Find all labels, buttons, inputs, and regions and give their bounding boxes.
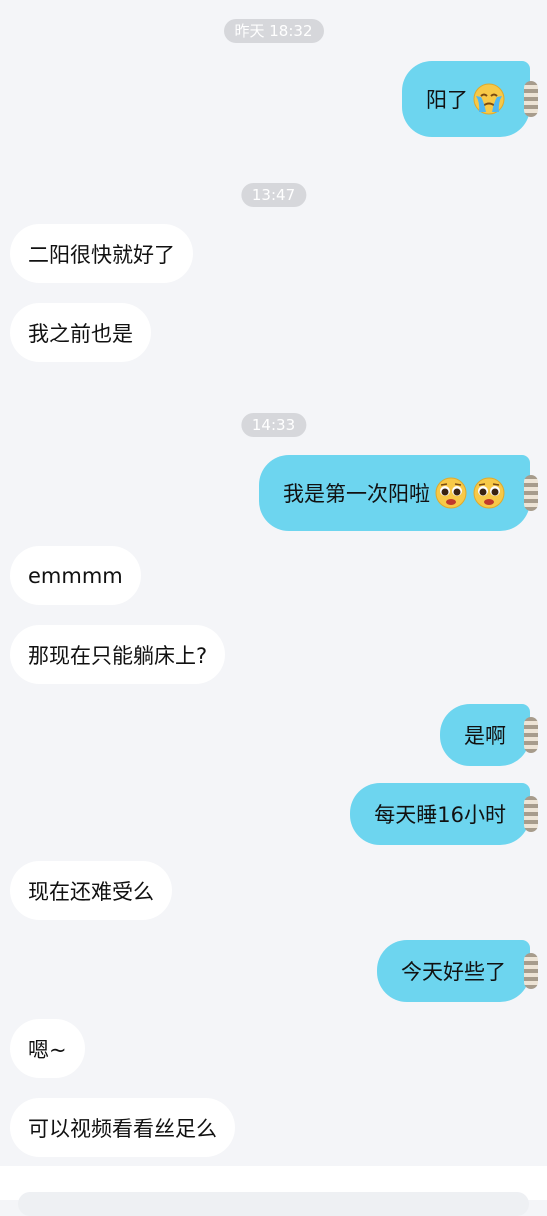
avatar[interactable]: [524, 953, 538, 989]
incoming-message[interactable]: 现在还难受么: [10, 861, 172, 920]
outgoing-message[interactable]: 阳了: [402, 61, 538, 137]
incoming-message[interactable]: 可以视频看看丝足么: [10, 1098, 235, 1157]
timestamp: 13:47: [240, 183, 307, 207]
pleading-face-icon: [472, 476, 506, 510]
incoming-message[interactable]: emmmm: [10, 546, 141, 605]
crying-face-icon: [472, 82, 506, 116]
incoming-message[interactable]: 二阳很快就好了: [10, 224, 193, 283]
incoming-message[interactable]: 那现在只能躺床上?: [10, 625, 226, 684]
message-text: emmmm: [28, 563, 123, 588]
message-text: 今天好些了: [401, 960, 506, 984]
message-text: 可以视频看看丝足么: [28, 1116, 217, 1141]
timestamp: 14:33: [240, 413, 307, 437]
outgoing-message[interactable]: 我是第一次阳啦: [259, 455, 538, 531]
timestamp: 昨天 18:32: [223, 19, 324, 43]
message-text: 现在还难受么: [28, 879, 154, 904]
chat-message-list[interactable]: 昨天 18:32 阳了 13:47 二阳很快就好了 我之前也是 14:33 我是…: [0, 0, 547, 1166]
outgoing-message[interactable]: 每天睡16小时: [350, 783, 538, 845]
avatar[interactable]: [524, 796, 538, 832]
message-text: 阳了: [426, 88, 468, 112]
avatar[interactable]: [524, 717, 538, 753]
bottom-input-bar: [0, 1166, 547, 1216]
avatar[interactable]: [524, 475, 538, 511]
message-input[interactable]: [18, 1192, 529, 1216]
outgoing-message[interactable]: 今天好些了: [377, 940, 538, 1002]
message-text: 那现在只能躺床上?: [28, 643, 208, 668]
avatar[interactable]: [524, 81, 538, 117]
incoming-message[interactable]: 我之前也是: [10, 303, 151, 362]
incoming-message[interactable]: 嗯~: [10, 1019, 85, 1078]
message-text: 每天睡16小时: [374, 803, 506, 827]
message-text: 二阳很快就好了: [28, 242, 175, 267]
pleading-face-icon: [434, 476, 468, 510]
message-text: 我之前也是: [28, 321, 133, 346]
message-text: 嗯~: [28, 1037, 67, 1062]
message-text: 是啊: [464, 724, 506, 748]
message-text: 我是第一次阳啦: [283, 482, 430, 506]
outgoing-message[interactable]: 是啊: [440, 704, 538, 766]
